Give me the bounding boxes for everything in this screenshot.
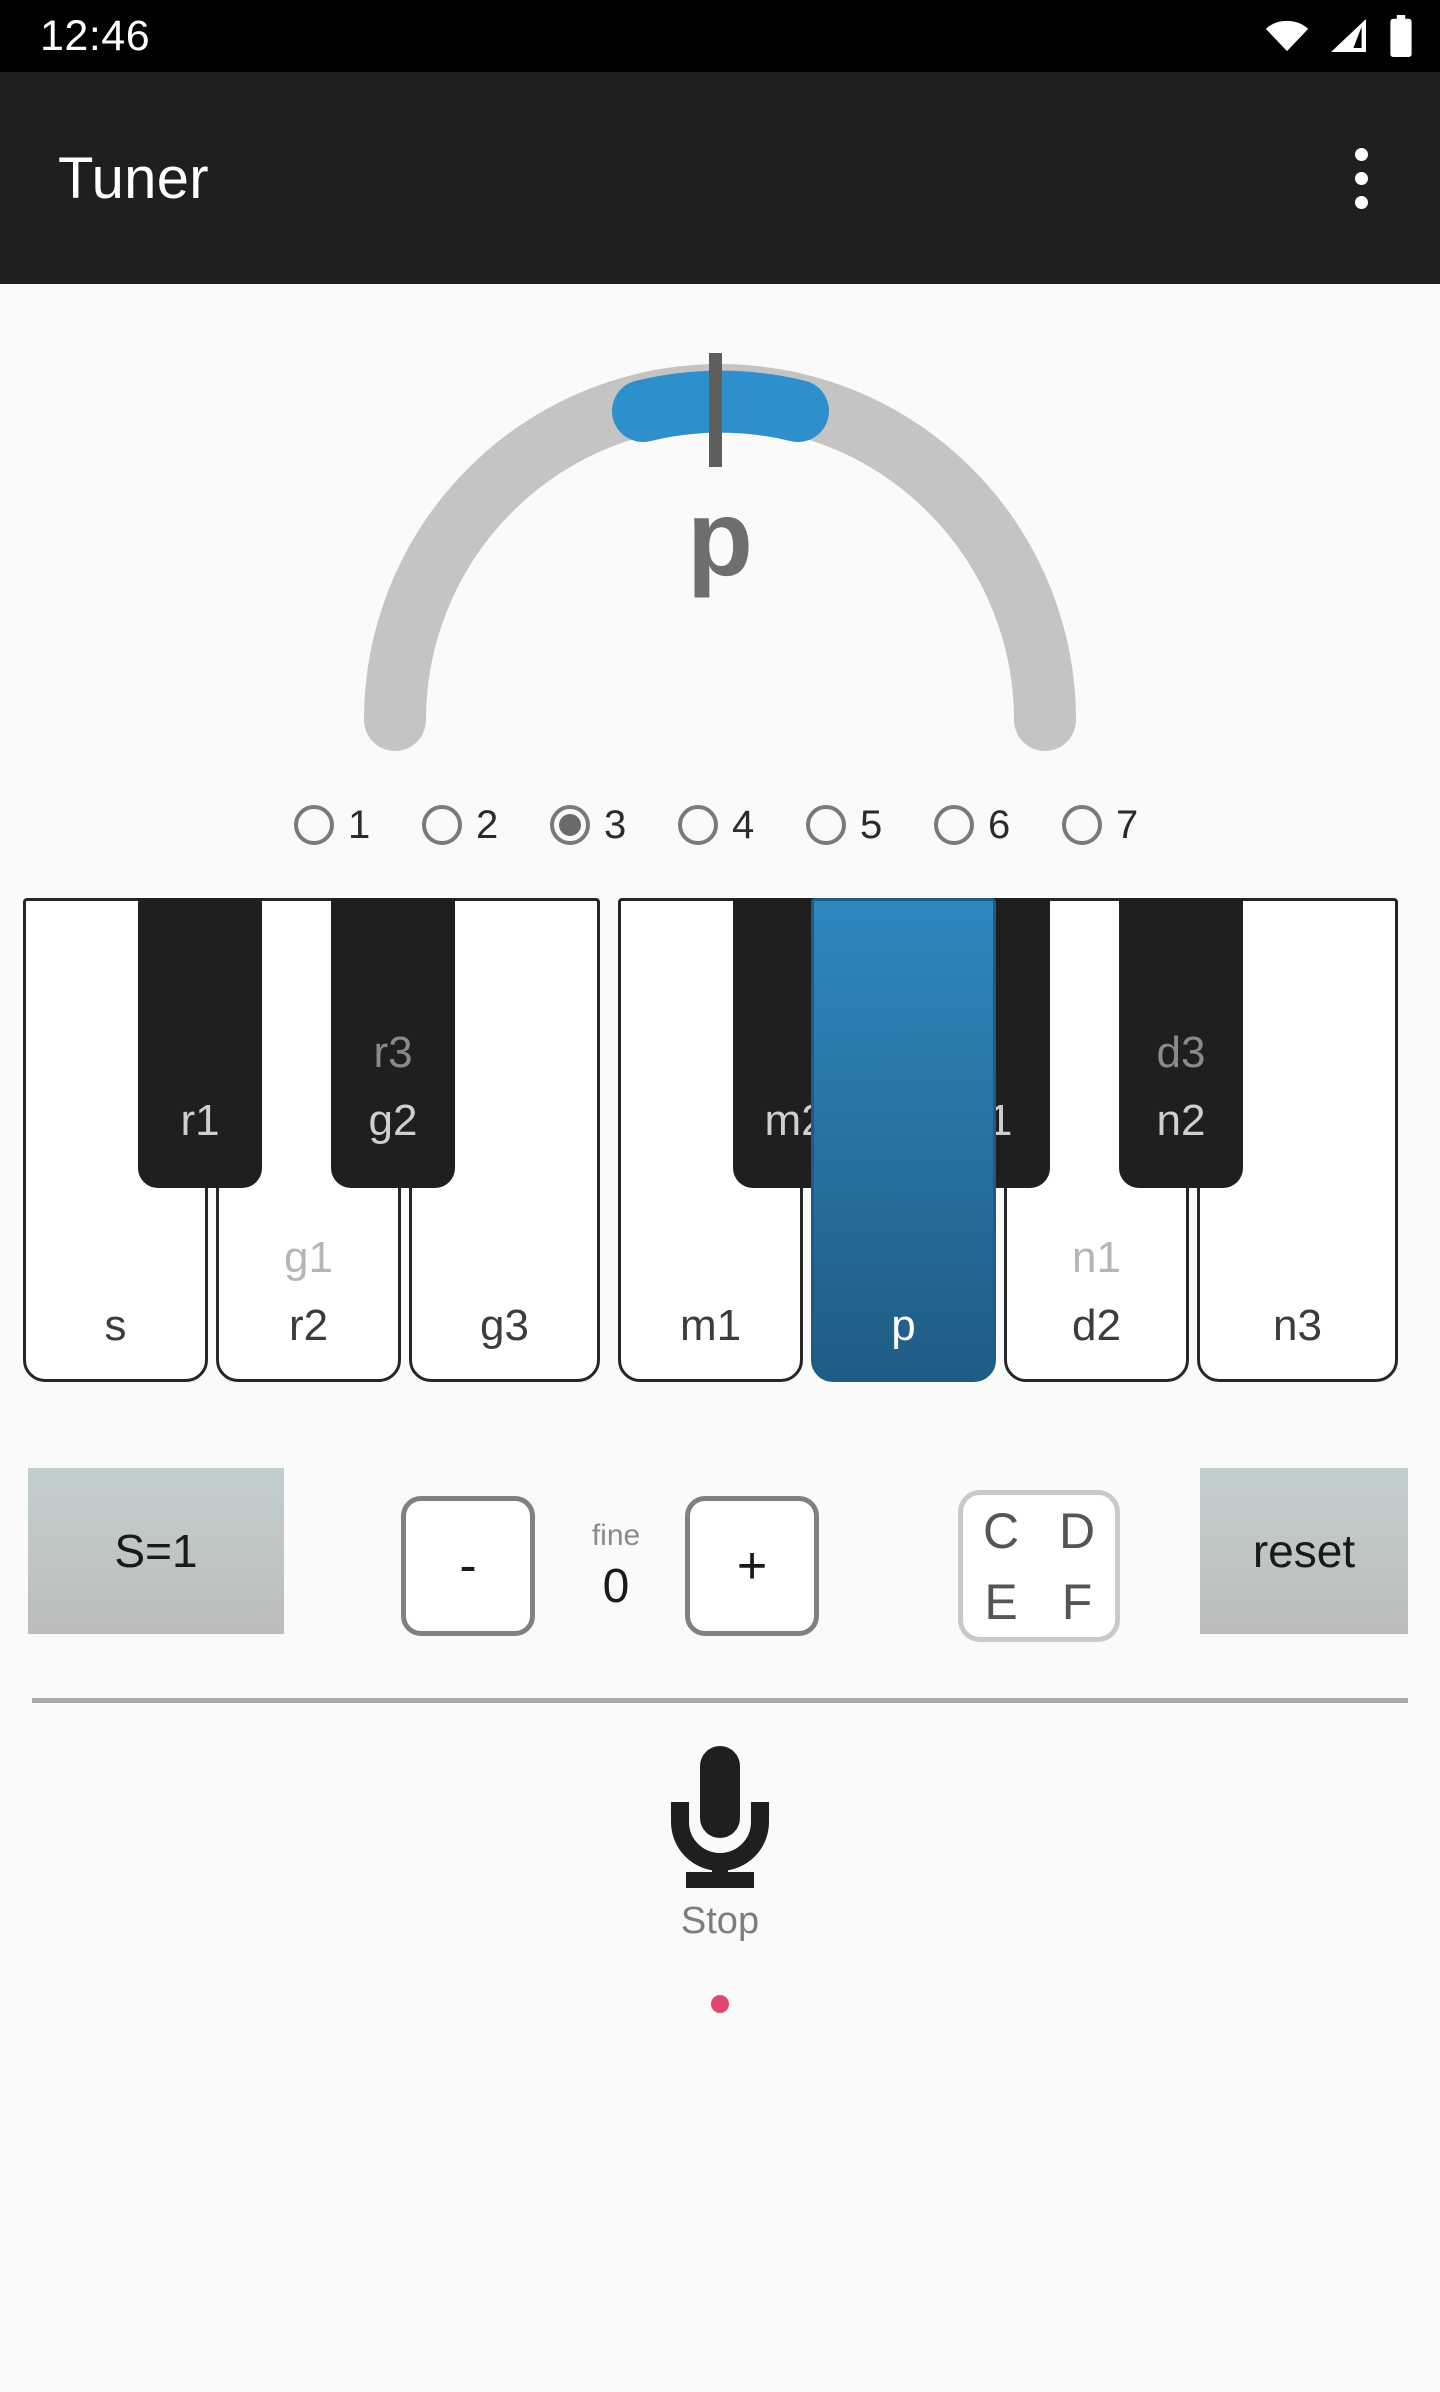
status-bar: 12:46 [0,0,1440,72]
black-key-g2[interactable]: r3 g2 [331,898,455,1188]
key-label: r2 [288,1301,329,1350]
octave-label: 3 [604,802,627,847]
key-label: m1 [679,1301,742,1350]
octave-label: 5 [860,802,883,847]
decrement-button[interactable]: - [401,1496,535,1636]
note-naming-button[interactable]: C D E F [958,1490,1120,1642]
octave-label: 6 [988,802,1011,847]
octave-option-3[interactable]: 3 [528,803,656,848]
key-label: d2 [1072,1301,1121,1350]
octave-option-1[interactable]: 1 [272,803,400,848]
octave-label: 7 [1116,802,1139,847]
white-key-p-active[interactable]: p [811,898,996,1382]
fine-tune-readout: fine 0 [560,1502,672,1630]
radio-icon [678,805,718,845]
octave-option-5[interactable]: 5 [784,803,912,848]
octave-label: 4 [732,802,755,847]
key-alt-label: r3 [373,1028,413,1077]
key-alt-label: g1 [284,1233,333,1282]
status-icons [1264,15,1414,57]
battery-icon [1390,15,1412,57]
gauge-note-label: p [687,477,753,598]
radio-icon [806,805,846,845]
radio-icon-selected [550,805,590,845]
fine-label: fine [591,1518,641,1552]
radio-icon [294,805,334,845]
note-letter-d: D [1058,1502,1096,1559]
overflow-dot [1354,147,1368,161]
octave-label: 1 [348,802,371,847]
key-alt-label: n1 [1072,1233,1121,1282]
note-letter-e: E [984,1573,1018,1630]
microphone-icon[interactable] [664,1742,776,1892]
octave-option-2[interactable]: 2 [400,803,528,848]
reset-button[interactable]: reset [1200,1468,1408,1634]
key-label: r1 [180,1096,220,1145]
shruti-button[interactable]: S=1 [28,1468,284,1634]
status-clock: 12:46 [40,11,151,60]
octave-selector: 1 2 3 4 5 6 7 [0,778,1440,872]
note-letter-f: F [1061,1573,1093,1630]
piano-keyboard: s g1 r2 g3 r1 r3 g2 m1 p n1 d2 n3 m2 d3 … [0,898,1440,1382]
key-label: g2 [368,1096,418,1145]
radio-icon [934,805,974,845]
radio-icon [1062,805,1102,845]
keyboard-group-right: m1 p n1 d2 n3 m2 d1 d3 n2 [618,898,1398,1382]
key-label: n2 [1156,1096,1206,1145]
keyboard-group-left: s g1 r2 g3 r1 r3 g2 [23,898,600,1382]
recorder-action-label[interactable]: Stop [681,1900,759,1943]
black-key-r1[interactable]: r1 [138,898,262,1188]
key-alt-label: d3 [1156,1028,1206,1077]
key-label: p [891,1301,916,1350]
section-divider [32,1698,1408,1703]
overflow-dot [1354,171,1368,185]
overflow-dot [1354,195,1368,209]
recorder-control: Stop [0,1742,1440,2013]
tuning-gauge: p [0,284,1440,754]
key-label: g3 [480,1301,529,1350]
app-bar: Tuner [0,72,1440,284]
control-row: S=1 - fine 0 + C D E F reset [0,1468,1440,1642]
page-title: Tuner [58,145,209,211]
note-letter-c: C [982,1502,1020,1559]
octave-option-6[interactable]: 6 [912,803,1040,848]
black-key-n2[interactable]: d3 n2 [1119,898,1243,1188]
recording-indicator [711,1995,729,2013]
wifi-icon [1265,20,1309,52]
octave-label: 2 [476,802,499,847]
key-label: s [104,1301,127,1350]
radio-icon [422,805,462,845]
key-label: n3 [1273,1301,1322,1350]
octave-option-7[interactable]: 7 [1040,803,1168,848]
increment-button[interactable]: + [685,1496,819,1636]
cellular-signal-icon [1331,19,1366,52]
fine-value: 0 [602,1559,630,1613]
overflow-menu-icon[interactable] [1316,133,1406,223]
gauge-needle [709,353,722,467]
octave-option-4[interactable]: 4 [656,803,784,848]
